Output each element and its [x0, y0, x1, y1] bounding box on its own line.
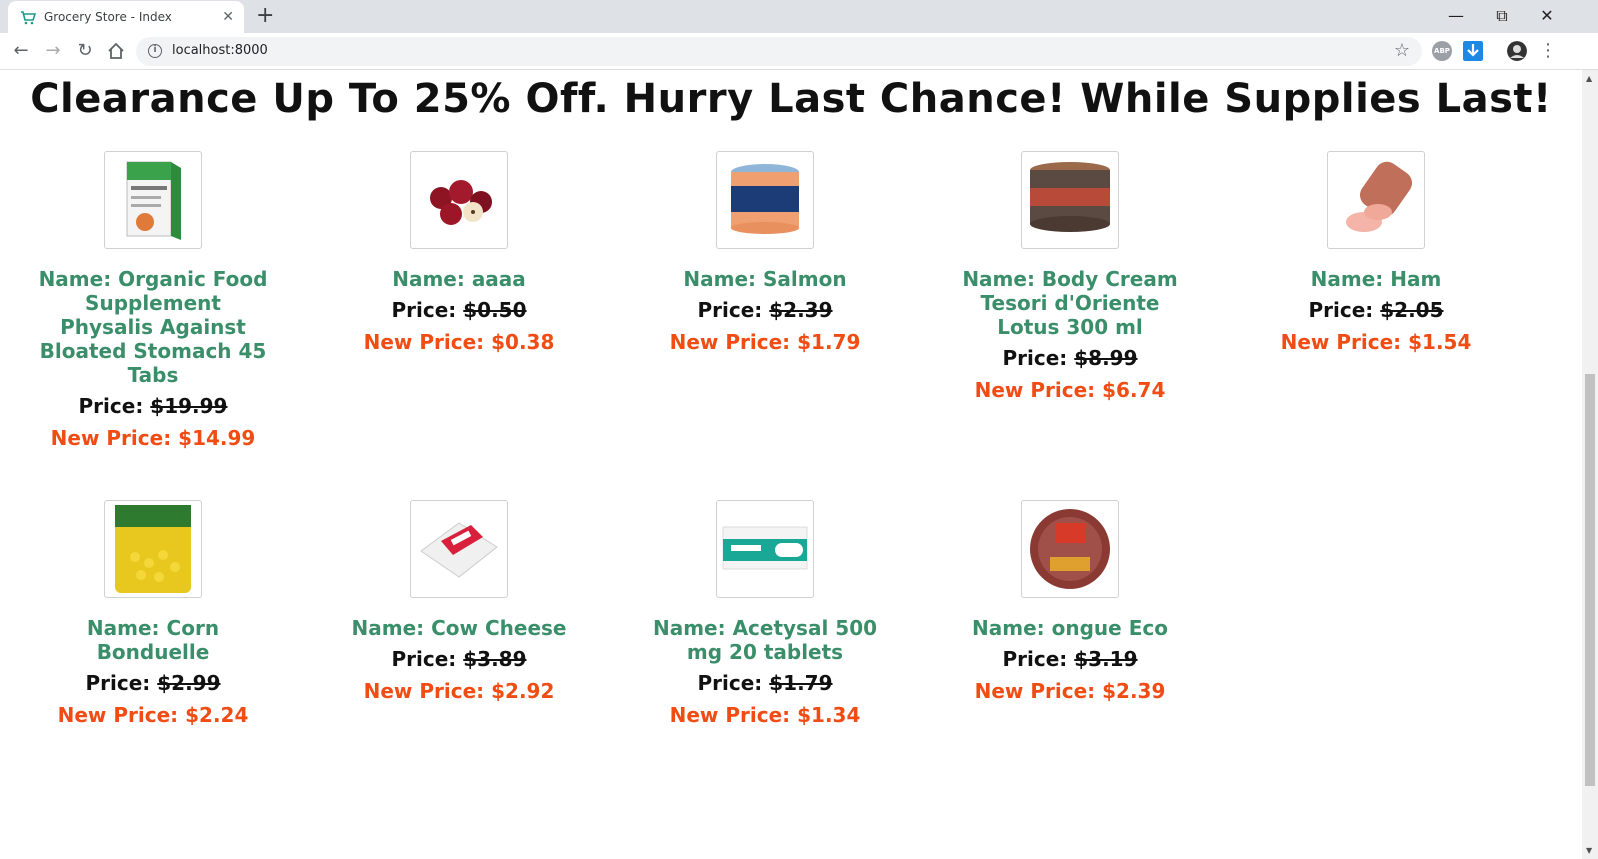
original-price: $1.79 [769, 671, 833, 695]
price-label: Price: [1002, 647, 1075, 671]
new-price-value: $1.54 [1408, 330, 1472, 354]
address-bar[interactable]: i localhost:8000 ☆ [136, 37, 1422, 66]
new-price-label: New Price: [363, 679, 492, 703]
new-price-label: New Price: [57, 703, 186, 727]
original-price: $2.05 [1380, 298, 1444, 322]
profile-avatar-icon[interactable] [1507, 41, 1527, 61]
price-label: Price: [1308, 298, 1381, 322]
product-card[interactable]: Name: Acetysal 500 mg 20 tablets Price: … [640, 500, 890, 728]
url-text: localhost:8000 [172, 43, 268, 58]
cart-icon [21, 11, 36, 25]
restore-icon[interactable]: ⧉ [1492, 4, 1512, 28]
new-price-value: $2.92 [491, 679, 555, 703]
product-card[interactable]: Name: ongue Eco Price: $3.19 New Price: … [945, 500, 1195, 704]
cheese-pack-image[interactable] [410, 500, 508, 598]
product-card[interactable]: Name: aaaa Price: $0.50 New Price: $0.38 [334, 151, 584, 355]
browser-toolbar: ← → ↻ i localhost:8000 ☆ ABP ⋮ [0, 33, 1598, 70]
original-price: $3.89 [463, 647, 527, 671]
new-price-label: New Price: [50, 426, 179, 450]
price-label: Price: [391, 298, 464, 322]
page-content: Clearance Up To 25% Off. Hurry Last Chan… [0, 70, 1582, 859]
close-tab-icon[interactable]: ✕ [222, 9, 234, 25]
browser-tab[interactable]: Grocery Store - Index ✕ [8, 1, 244, 33]
price-label: Price: [391, 647, 464, 671]
name-label: Name: [652, 616, 733, 640]
new-price-label: New Price: [974, 679, 1103, 703]
original-price: $8.99 [1074, 346, 1138, 370]
download-icon[interactable] [1463, 41, 1483, 61]
forward-icon[interactable]: → [42, 40, 64, 62]
price-label: Price: [697, 671, 770, 695]
name-label: Name: [38, 267, 119, 291]
ham-image[interactable] [1327, 151, 1425, 249]
original-price: $3.19 [1074, 647, 1138, 671]
supplement-box-image[interactable] [104, 151, 202, 249]
page-scrollbar[interactable]: ▲ ▼ [1582, 70, 1598, 859]
info-icon[interactable]: i [148, 44, 162, 58]
new-price-value: $14.99 [178, 426, 256, 450]
new-price-label: New Price: [1280, 330, 1409, 354]
original-price: $19.99 [150, 394, 228, 418]
new-price-label: New Price: [363, 330, 492, 354]
name-label: Name: [1310, 267, 1391, 291]
name-label: Name: [972, 616, 1052, 640]
reload-icon[interactable]: ↻ [74, 40, 96, 62]
product-card[interactable]: Name: Corn Bonduelle Price: $2.99 New Pr… [28, 500, 278, 728]
price-label: Price: [1002, 346, 1075, 370]
window-close-icon[interactable]: ✕ [1537, 4, 1557, 28]
new-price-value: $2.24 [185, 703, 249, 727]
product-card[interactable]: Name: Ham Price: $2.05 New Price: $1.54 [1251, 151, 1501, 355]
product-card[interactable]: Name: Organic Food Supplement Physalis A… [28, 151, 278, 451]
bookmark-star-icon[interactable]: ☆ [1394, 40, 1410, 61]
new-price-label: New Price: [974, 378, 1103, 402]
name-label: Name: [351, 616, 432, 640]
original-price: $2.99 [157, 671, 221, 695]
product-card[interactable]: Name: Salmon Price: $2.39 New Price: $1.… [640, 151, 890, 355]
price-label: Price: [85, 671, 158, 695]
new-price-label: New Price: [669, 330, 798, 354]
corn-bag-image[interactable] [104, 500, 202, 598]
name-label: Name: [683, 267, 764, 291]
salmon-jar-image[interactable] [716, 151, 814, 249]
scroll-down-icon[interactable]: ▼ [1586, 846, 1592, 855]
minimize-icon[interactable]: — [1446, 4, 1466, 28]
product-name: ongue Eco [1051, 616, 1168, 640]
new-price-value: $6.74 [1102, 378, 1166, 402]
menu-icon[interactable]: ⋮ [1537, 40, 1559, 62]
scroll-up-icon[interactable]: ▲ [1586, 74, 1592, 83]
cream-jar-image[interactable] [1021, 151, 1119, 249]
product-name: Ham [1390, 267, 1442, 291]
tab-title: Grocery Store - Index [44, 10, 172, 24]
original-price: $2.39 [769, 298, 833, 322]
tongue-meat-image[interactable] [1021, 500, 1119, 598]
new-price-value: $1.79 [797, 330, 861, 354]
home-icon[interactable] [105, 40, 127, 62]
product-card[interactable]: Name: Cow Cheese Price: $3.89 New Price:… [334, 500, 584, 704]
product-name: Cow Cheese [431, 616, 567, 640]
price-label: Price: [78, 394, 151, 418]
product-card[interactable]: Name: Body Cream Tesori d'Oriente Lotus … [945, 151, 1195, 403]
clearance-headline: Clearance Up To 25% Off. Hurry Last Chan… [30, 76, 1552, 122]
name-label: Name: [962, 267, 1042, 291]
product-name: Salmon [763, 267, 847, 291]
scroll-thumb[interactable] [1585, 374, 1595, 786]
new-tab-button[interactable]: + [256, 4, 274, 28]
new-price-label: New Price: [669, 703, 798, 727]
browser-tab-bar: Grocery Store - Index ✕ + — ⧉ ✕ [0, 0, 1598, 33]
name-label: Name: [86, 616, 167, 640]
tablet-box-image[interactable] [716, 500, 814, 598]
apples-image[interactable] [410, 151, 508, 249]
product-name: aaaa [471, 267, 526, 291]
back-icon[interactable]: ← [10, 40, 32, 62]
name-label: Name: [392, 267, 472, 291]
original-price: $0.50 [463, 298, 527, 322]
new-price-value: $1.34 [797, 703, 861, 727]
price-label: Price: [697, 298, 770, 322]
new-price-value: $2.39 [1102, 679, 1166, 703]
new-price-value: $0.38 [491, 330, 555, 354]
adblock-icon[interactable]: ABP [1432, 41, 1452, 61]
